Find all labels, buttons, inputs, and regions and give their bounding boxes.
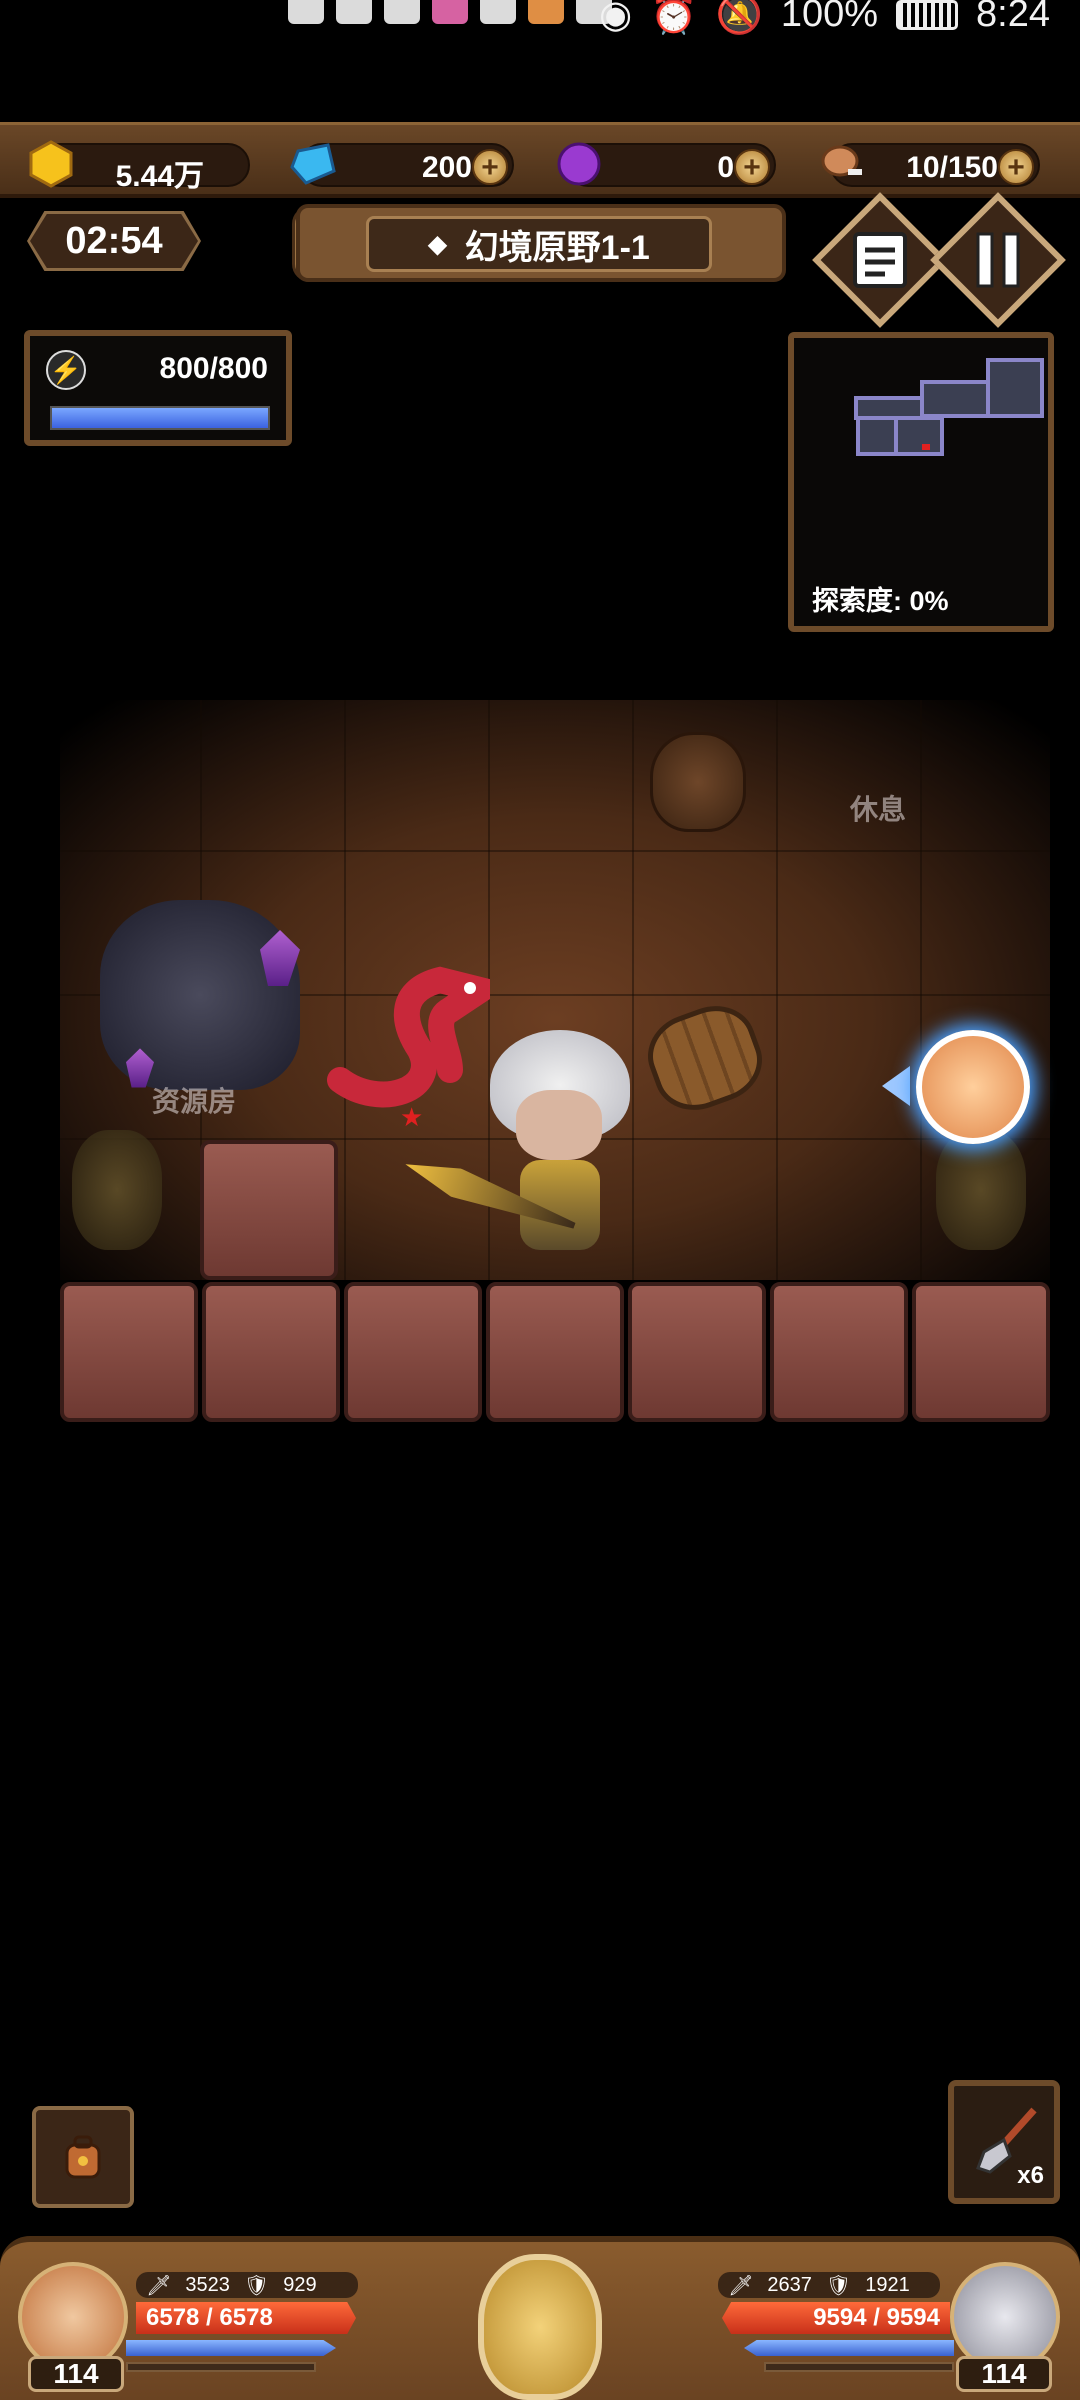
minimap-room [986, 358, 1044, 418]
status-bar: ◉ ⏰ 🔕 100% 8:24 [0, 0, 1080, 40]
wifi-icon [384, 0, 420, 24]
alarm-icon: ⏰ [650, 0, 698, 36]
hero-level-right: 114 [956, 2356, 1052, 2392]
stage-timer: 02:54 [30, 214, 198, 268]
floor-grid-line [60, 850, 1050, 852]
exp-bar-right [764, 2362, 954, 2372]
app-notification-icon [528, 0, 564, 24]
stone-wall-block [344, 1282, 482, 1422]
energy-panel: ⚡ 800/800 [24, 330, 292, 446]
meat-icon [821, 145, 862, 177]
attack-value-left: 3523 [185, 2273, 230, 2296]
app-notification-icon [432, 0, 468, 24]
status-right: ◉ ⏰ 🔕 100% 8:24 [599, 0, 1050, 37]
shovel-count: x6 [1017, 2162, 1044, 2189]
rest-room-label: 休息 [850, 794, 907, 825]
add-diamond-button[interactable]: + [472, 149, 508, 185]
diamond-icon [290, 143, 336, 185]
resource-essence: 0 + [557, 142, 776, 187]
hero-character [460, 1030, 660, 1270]
marker-arrow-icon [882, 1066, 910, 1106]
shield-icon: 🛡 [825, 2274, 852, 2297]
hero-stats-right: 🗡 2637 🛡 1921 [718, 2272, 940, 2298]
hd-icon [288, 0, 324, 24]
leader-portrait[interactable] [478, 2254, 602, 2400]
mp-bar-left [126, 2340, 336, 2356]
resource-room-label: 资源房 [152, 1086, 237, 1117]
stone-wall-block [486, 1282, 624, 1422]
add-stamina-button[interactable]: + [998, 149, 1034, 185]
defense-value-right: 1921 [865, 2273, 910, 2296]
purple-orb-icon [557, 142, 601, 186]
stone-wall-block [912, 1282, 1050, 1422]
minimap-player-marker [922, 444, 930, 450]
minimap-room [854, 396, 924, 420]
attack-value-right: 2637 [767, 2273, 812, 2296]
exploration-label: 探索度: 0% [812, 586, 949, 616]
resource-gold: 5.44万 [29, 140, 250, 193]
stone-wall-block [200, 1140, 338, 1280]
stage-banner[interactable]: ◆ 幻境原野1-1 [366, 216, 712, 272]
quest-log-icon [853, 232, 907, 288]
stone-wall-block [770, 1282, 908, 1422]
monkey-guard [936, 1130, 1026, 1250]
hero-face [516, 1090, 602, 1160]
energy-bar [50, 406, 270, 430]
enemy-portrait-marker[interactable] [916, 1030, 1030, 1144]
battery-text: 100% [780, 0, 879, 35]
lightning-icon: ⚡ [46, 350, 86, 390]
battery-icon [896, 0, 959, 30]
essence-value: 0 [717, 151, 734, 184]
defense-value-left: 929 [283, 2273, 317, 2296]
backpack-button[interactable] [32, 2106, 134, 2208]
resource-diamond: 200 + [290, 143, 514, 187]
hero-level-left: 114 [28, 2356, 124, 2392]
shovel-button[interactable]: x6 [948, 2080, 1060, 2204]
red-star-icon: ★ [400, 1102, 424, 1132]
energy-bar-fill [52, 408, 268, 428]
pause-icon [976, 232, 1020, 288]
stone-wall-block [60, 1282, 198, 1422]
sword-icon: 🗡 [146, 2274, 172, 2297]
clay-jar[interactable] [650, 732, 746, 832]
stone-wall-row [60, 1282, 1050, 1422]
minimap-room [894, 416, 944, 456]
eye-icon: ◉ [599, 0, 633, 36]
minimap-room [920, 380, 990, 418]
sword-icon: 🗡 [728, 2274, 754, 2297]
floor-grid-line [920, 700, 922, 1280]
shield-icon: 🛡 [243, 2274, 270, 2297]
pause-button[interactable] [950, 224, 1046, 296]
stage-marker-icon: ◆ [428, 230, 447, 258]
diamond-value: 200 [421, 151, 472, 184]
hero-stats-left: 🗡 3523 🛡 929 [136, 2272, 358, 2298]
stamina-value: 10/150 [906, 151, 998, 184]
quest-button[interactable] [832, 224, 928, 296]
stage-title: 幻境原野1-1 [464, 228, 650, 267]
hp-bar-left: 6578 / 6578 [136, 2302, 356, 2334]
mute-icon: 🔕 [715, 0, 763, 36]
gold-coin-icon [29, 140, 73, 188]
clock: 8:24 [976, 0, 1050, 35]
add-essence-button[interactable]: + [734, 149, 770, 185]
energy-value: 800/800 [159, 352, 268, 385]
qq-icon [480, 0, 516, 24]
exp-bar-left [126, 2362, 316, 2372]
status-icons [288, 0, 612, 24]
floor-grid-line [776, 700, 778, 1280]
hp-bar-right: 9594 / 9594 [722, 2302, 950, 2334]
resource-stamina: 10/150 + [821, 143, 1040, 187]
monkey-guard [72, 1130, 162, 1250]
backpack-icon [65, 2135, 101, 2179]
stone-wall-block [628, 1282, 766, 1422]
dungeon-scene[interactable]: 休息 资源房 ★ [60, 660, 1050, 1440]
minimap[interactable]: 探索度: 0% [788, 332, 1054, 632]
stone-wall-block [202, 1282, 340, 1422]
mp-bar-right [744, 2340, 954, 2356]
resource-bar: 5.44万 200 + 0 + 10/150 + [0, 122, 1080, 198]
signal-icon [336, 0, 372, 24]
gold-value: 5.44万 [115, 160, 204, 193]
